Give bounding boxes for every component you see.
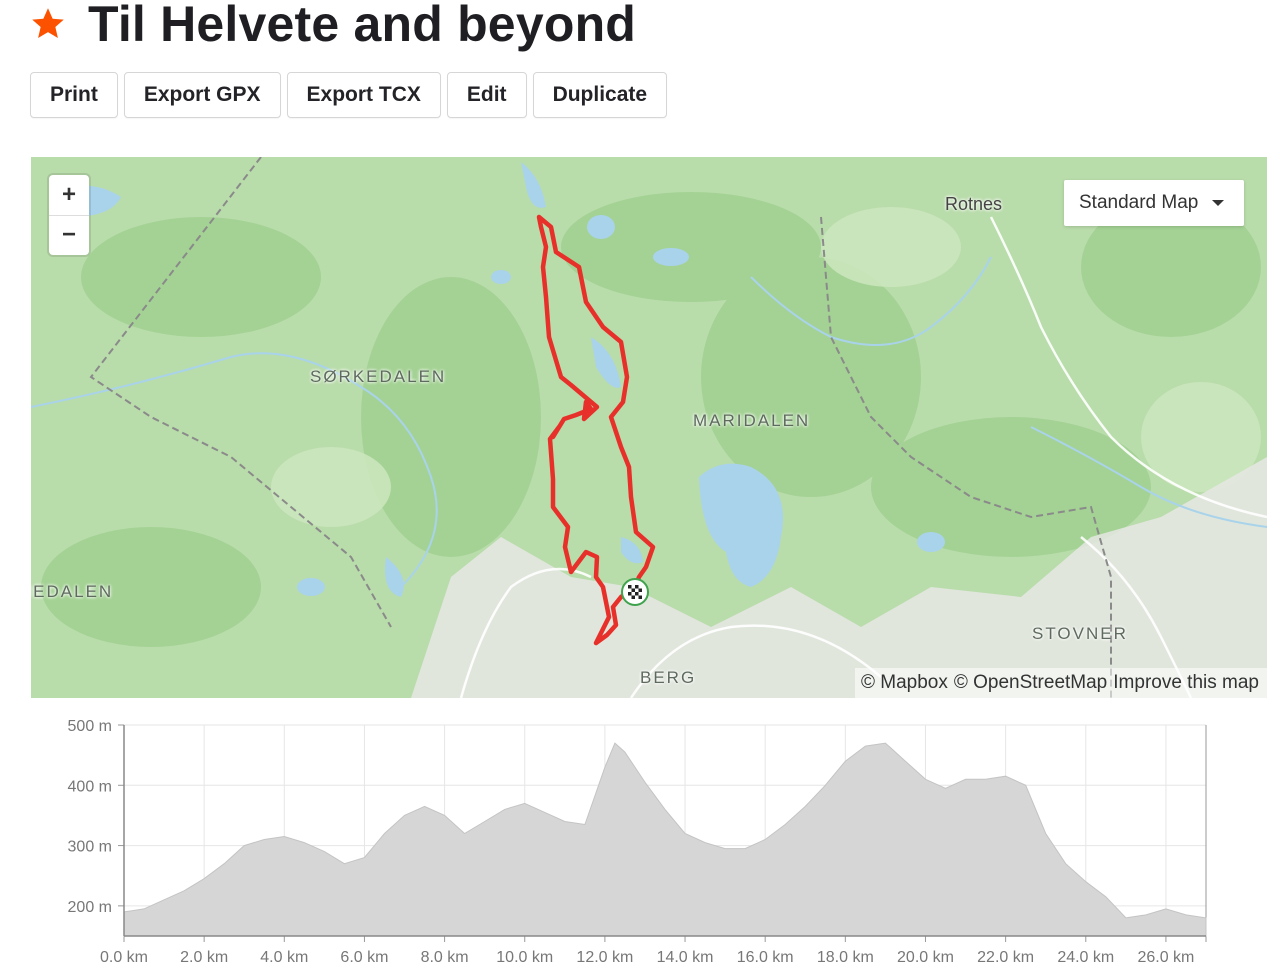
elevation-chart[interactable]: 200 m 300 m 400 m 500 m 0.0 km 2.0 km 4.0 km 6.…: [0, 715, 1280, 972]
mapbox-attribution-link[interactable]: © Mapbox: [861, 672, 948, 694]
place-label-sorkedalen: SØRKEDALEN: [310, 367, 447, 386]
x-tick-label: 6.0 km: [340, 949, 388, 966]
x-tick-label: 0.0 km: [100, 949, 148, 966]
export-gpx-button[interactable]: Export GPX: [123, 72, 281, 118]
x-tick-label: 2.0 km: [180, 949, 228, 966]
place-label-rotnes: Rotnes: [945, 194, 1003, 214]
map-type-dropdown[interactable]: Standard Map: [1064, 180, 1244, 226]
zoom-in-button[interactable]: +: [49, 175, 89, 215]
duplicate-button[interactable]: Duplicate: [532, 72, 668, 118]
caret-down-icon: [1212, 200, 1224, 206]
place-label-maridalen: MARIDALEN: [693, 411, 811, 430]
x-tick-label: 12.0 km: [576, 949, 633, 966]
x-tick-label: 14.0 km: [657, 949, 714, 966]
x-tick-label: 24.0 km: [1057, 949, 1114, 966]
place-label-stovner: STOVNER: [1032, 624, 1128, 643]
x-tick-label: 22.0 km: [977, 949, 1034, 966]
x-tick-label: 8.0 km: [421, 949, 469, 966]
x-tick-label: 20.0 km: [897, 949, 954, 966]
export-tcx-button[interactable]: Export TCX: [286, 72, 441, 118]
x-tick-label: 10.0 km: [496, 949, 553, 966]
y-tick-label: 400 m: [68, 778, 112, 795]
map-attribution: © Mapbox © OpenStreetMap Improve this ma…: [854, 668, 1267, 698]
x-tick-label: 4.0 km: [260, 949, 308, 966]
place-label-berg: BERG: [640, 668, 697, 687]
route-actions-toolbar: Print Export GPX Export TCX Edit Duplica…: [30, 72, 668, 118]
page-title: Til Helvete and beyond: [88, 0, 637, 52]
zoom-out-button[interactable]: −: [49, 214, 89, 256]
map-type-selected: Standard Map: [1079, 192, 1199, 213]
y-tick-label: 500 m: [68, 718, 112, 735]
x-tick-label: 18.0 km: [817, 949, 874, 966]
improve-map-link[interactable]: Improve this map: [1113, 672, 1259, 694]
elevation-area: [123, 742, 1207, 937]
osm-attribution-link[interactable]: © OpenStreetMap: [954, 672, 1107, 694]
zoom-control: + −: [49, 175, 89, 255]
finish-marker[interactable]: [620, 577, 650, 607]
star-icon[interactable]: [30, 6, 66, 42]
map-background: [31, 157, 1267, 698]
place-label-medalen: MEDALEN: [31, 582, 114, 601]
route-map[interactable]: Rotnes SØRKEDALEN MARIDALEN MEDALEN STOV…: [31, 157, 1267, 698]
checkered-flag-icon: [628, 585, 642, 599]
x-tick-label: 16.0 km: [737, 949, 794, 966]
y-tick-label: 200 m: [68, 899, 112, 916]
print-button[interactable]: Print: [30, 72, 118, 118]
edit-button[interactable]: Edit: [446, 72, 527, 118]
title-row: Til Helvete and beyond: [30, 0, 636, 56]
y-tick-label: 300 m: [68, 839, 112, 856]
x-tick-label: 26.0 km: [1137, 949, 1194, 966]
